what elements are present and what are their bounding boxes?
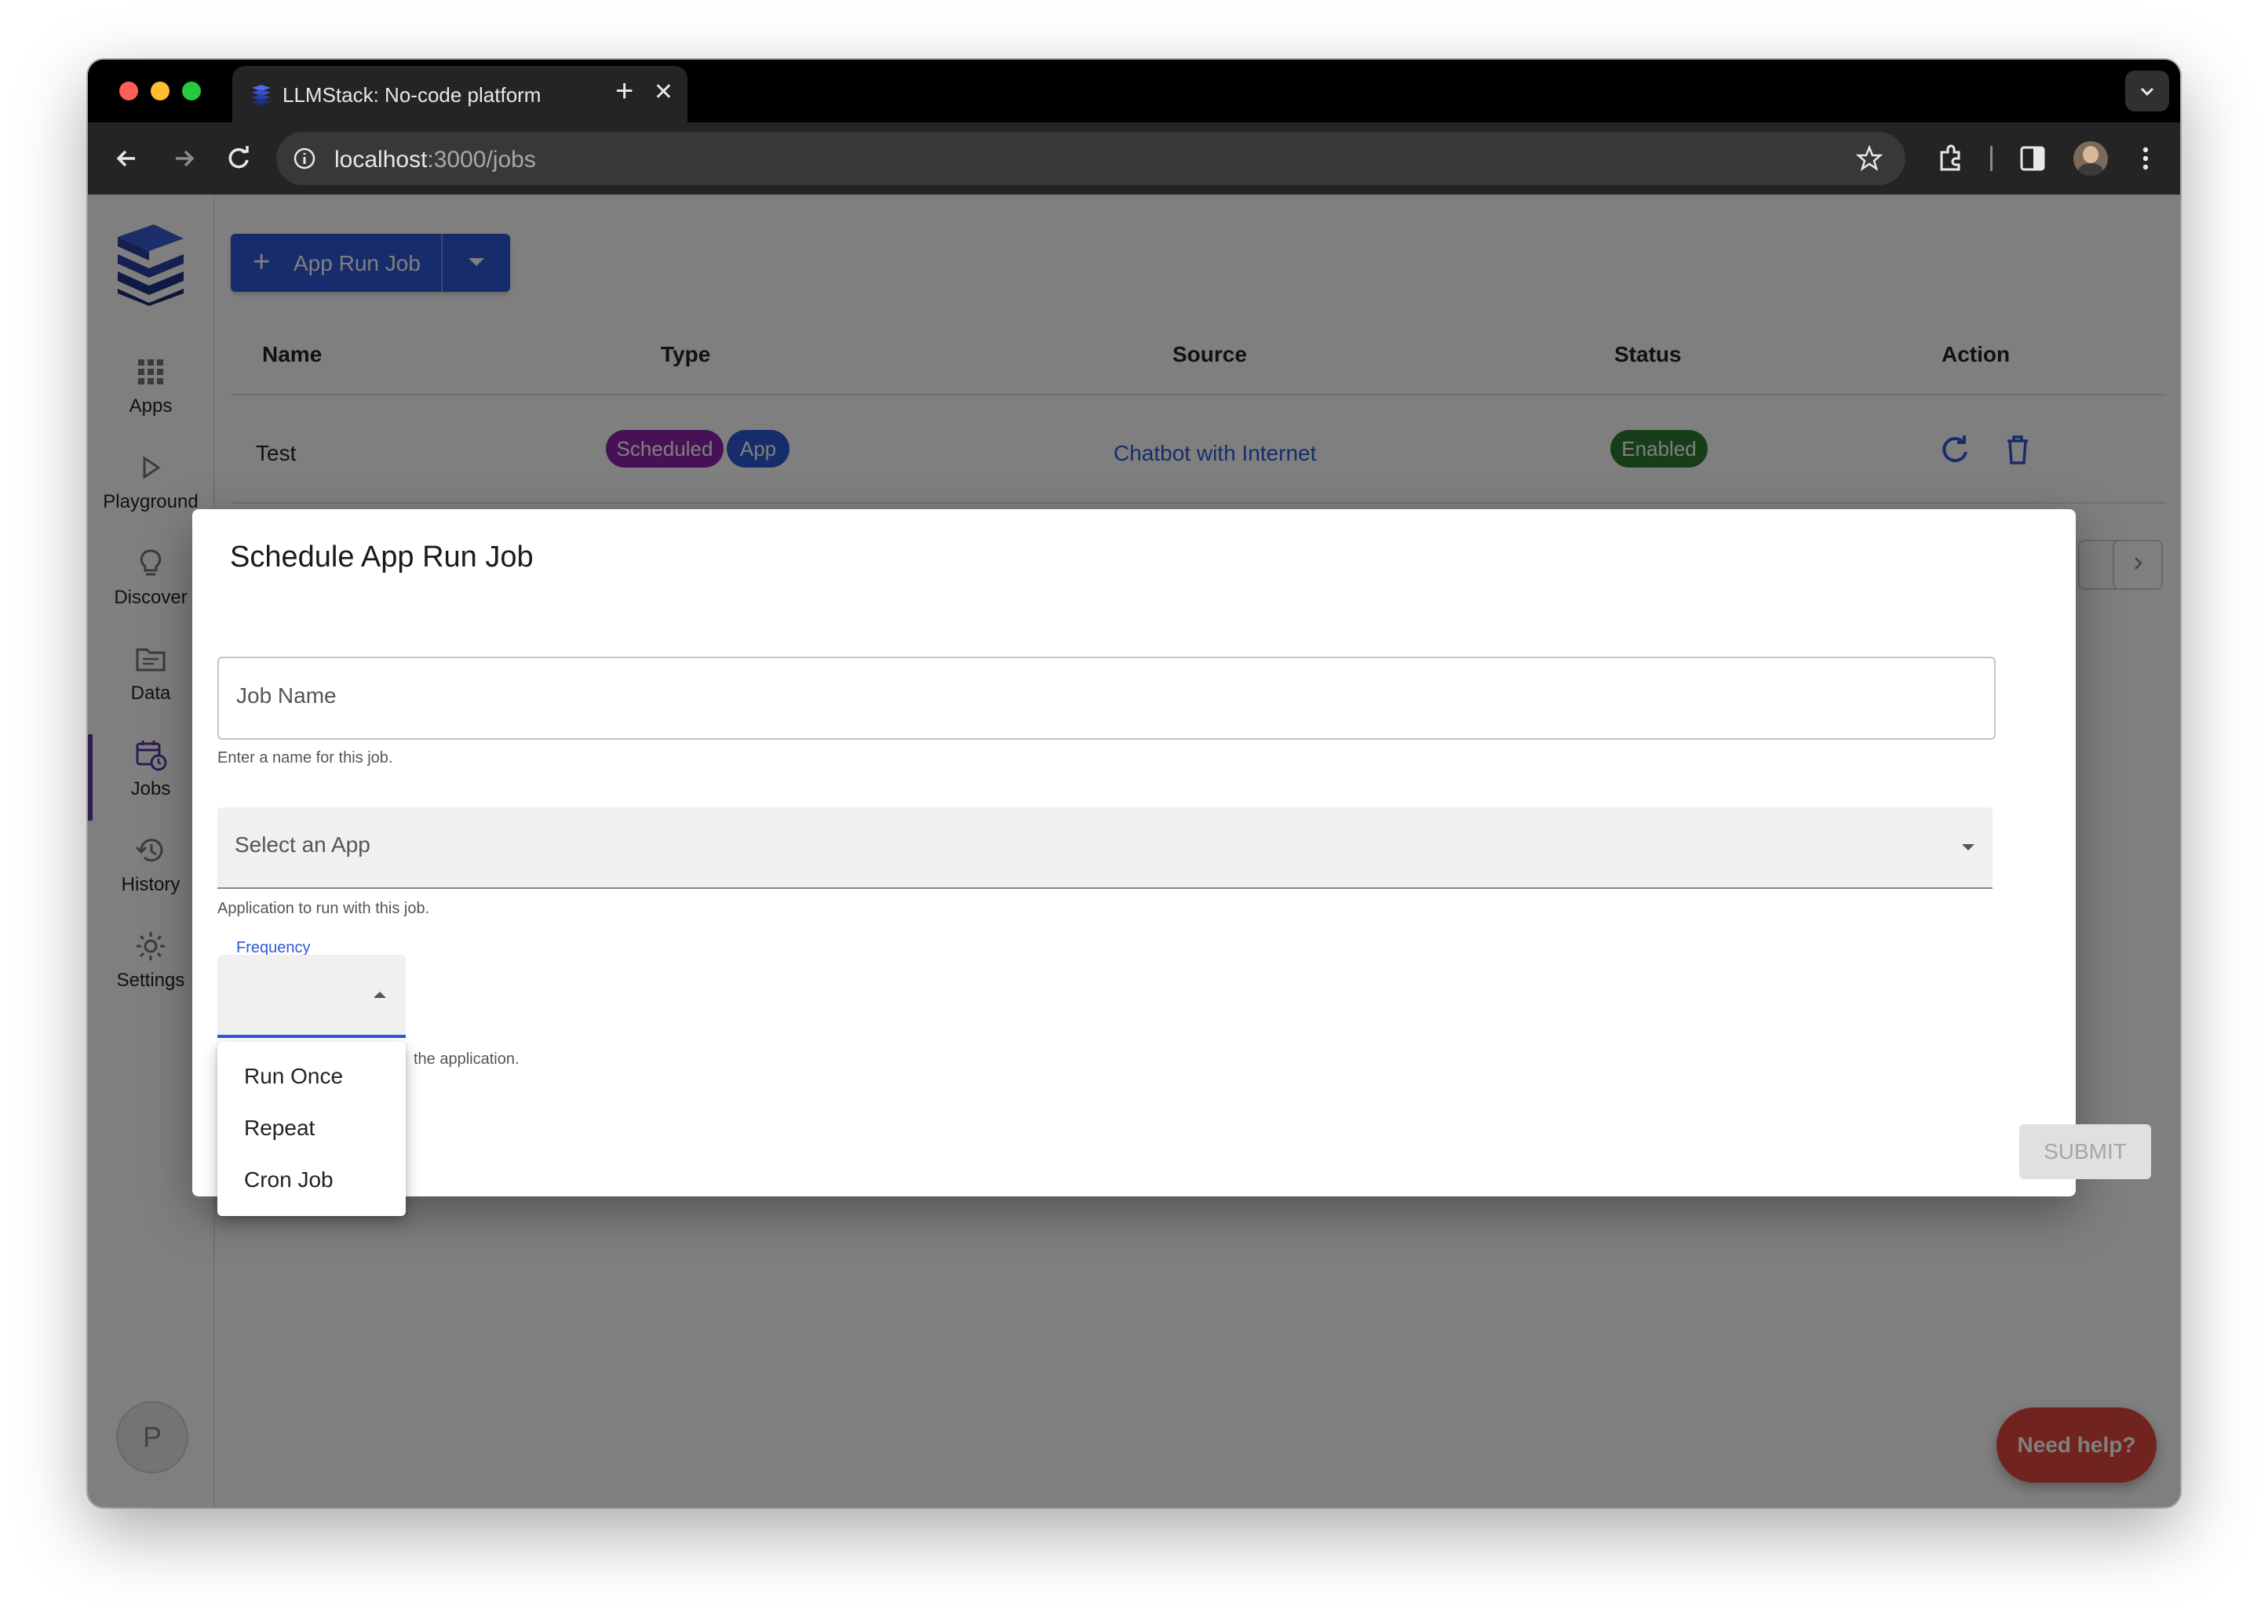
tab-search-button[interactable]: [2125, 71, 2169, 111]
browser-toolbar: localhost:3000/jobs: [88, 122, 2180, 195]
more-menu-icon[interactable]: [2128, 141, 2163, 176]
close-tab-icon[interactable]: ✕: [654, 78, 673, 107]
close-window-button[interactable]: [119, 82, 138, 100]
forward-arrow-icon[interactable]: [166, 141, 201, 176]
toolbar-divider: [1990, 146, 1993, 171]
side-panel-icon[interactable]: [2017, 143, 2048, 174]
bookmark-star-icon[interactable]: [1855, 144, 1883, 173]
frequency-helper: the application.: [414, 1051, 520, 1068]
frequency-menu: Run Once Repeat Cron Job: [217, 1042, 406, 1216]
frequency-option-run-once[interactable]: Run Once: [217, 1051, 406, 1101]
dialog-title: Schedule App Run Job: [230, 541, 534, 573]
app-select-helper: Application to run with this job.: [217, 900, 430, 917]
maximize-window-button[interactable]: [182, 82, 201, 100]
frequency-option-cron-job[interactable]: Cron Job: [217, 1155, 406, 1205]
new-tab-icon[interactable]: +: [615, 74, 633, 108]
app-select[interactable]: Select an App: [217, 807, 1993, 889]
extensions-icon[interactable]: [1934, 141, 1968, 176]
tab-strip: LLMStack: No-code platform ✕ +: [88, 60, 2180, 122]
caret-down-icon: [1962, 844, 1974, 850]
address-bar[interactable]: localhost:3000/jobs: [276, 132, 1905, 185]
browser-window: LLMStack: No-code platform ✕ + localhost…: [88, 60, 2180, 1507]
job-name-helper: Enter a name for this job.: [217, 749, 393, 766]
job-name-placeholder: Job Name: [236, 683, 337, 708]
page: Apps Playground Discover: [88, 195, 2180, 1507]
submit-button[interactable]: SUBMIT: [2019, 1124, 2151, 1179]
frequency-option-repeat[interactable]: Repeat: [217, 1103, 406, 1153]
minimize-window-button[interactable]: [151, 82, 170, 100]
tab-title: LLMStack: No-code platform: [283, 83, 541, 107]
frequency-select[interactable]: [217, 955, 406, 1038]
chevron-down-icon: [2140, 87, 2154, 96]
reload-icon[interactable]: [221, 141, 256, 176]
schedule-job-dialog: Schedule App Run Job Job Name Enter a na…: [192, 509, 2151, 1196]
profile-avatar[interactable]: [2073, 141, 2108, 176]
app-select-placeholder: Select an App: [235, 832, 370, 857]
url-text: localhost:3000/jobs: [334, 147, 536, 173]
caret-up-icon: [374, 992, 386, 998]
job-name-field[interactable]: Job Name: [217, 657, 1996, 740]
llmstack-favicon-icon: [252, 85, 271, 105]
back-arrow-icon[interactable]: [110, 141, 144, 176]
site-info-icon[interactable]: [292, 146, 317, 171]
